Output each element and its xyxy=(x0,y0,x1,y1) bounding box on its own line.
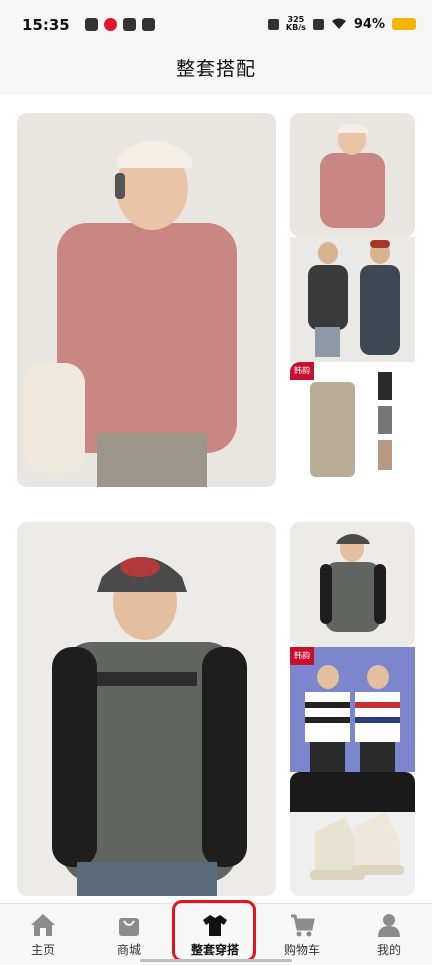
outfit-feed[interactable]: 韩韵 韩韵 xyxy=(0,95,432,903)
status-time: 15:35 xyxy=(22,16,70,34)
brand-tag: 韩韵 xyxy=(290,362,314,380)
outfit-2-thumb-2[interactable]: 韩韵 xyxy=(290,647,415,772)
home-icon xyxy=(31,914,55,936)
app-icon xyxy=(123,18,136,31)
vibrate-icon xyxy=(267,18,279,30)
bag-icon xyxy=(119,918,139,936)
app-icon xyxy=(85,18,98,31)
status-bar: 15:35 325 KB/s 94% xyxy=(0,0,432,50)
nav-label: 主页 xyxy=(30,943,55,957)
battery-icon xyxy=(392,18,416,30)
brand-tag: 韩韵 xyxy=(290,647,314,665)
weibo-icon xyxy=(104,18,117,31)
title-bar: 整套搭配 xyxy=(0,50,432,95)
nav-item-home[interactable]: 主页 xyxy=(8,910,78,962)
outfit-1-thumb-2[interactable] xyxy=(290,237,415,362)
active-tab-highlight xyxy=(172,900,256,962)
gesture-bar[interactable] xyxy=(140,959,292,962)
battery-percent: 94% xyxy=(353,16,385,32)
outfit-2-main-image[interactable] xyxy=(17,522,276,896)
status-right: 325 KB/s 94% xyxy=(267,15,416,32)
outfit-1-thumb-3[interactable]: 韩韵 xyxy=(290,362,415,487)
nav-item-profile[interactable]: 我的 xyxy=(354,910,424,962)
nav-label: 我的 xyxy=(376,943,401,957)
cart-icon xyxy=(291,914,315,937)
nav-label: 购物车 xyxy=(283,943,320,957)
outfit-1-thumb-1[interactable] xyxy=(290,113,415,237)
nav-label: 商城 xyxy=(116,943,141,957)
app-icon xyxy=(142,18,155,31)
wifi-icon xyxy=(331,18,346,29)
user-icon xyxy=(378,914,400,937)
outfit-1-main-image[interactable] xyxy=(17,113,276,487)
net-speed: 325 KB/s xyxy=(285,15,306,32)
notification-icons xyxy=(85,18,155,31)
page-title: 整套搭配 xyxy=(175,58,256,80)
outfit-2-thumb-1[interactable] xyxy=(290,522,415,647)
outfit-2-thumb-3[interactable] xyxy=(290,772,415,896)
no-sim-icon xyxy=(312,18,324,30)
nav-item-shop[interactable]: 商城 xyxy=(94,910,164,962)
nav-item-cart[interactable]: 购物车 xyxy=(267,910,337,962)
